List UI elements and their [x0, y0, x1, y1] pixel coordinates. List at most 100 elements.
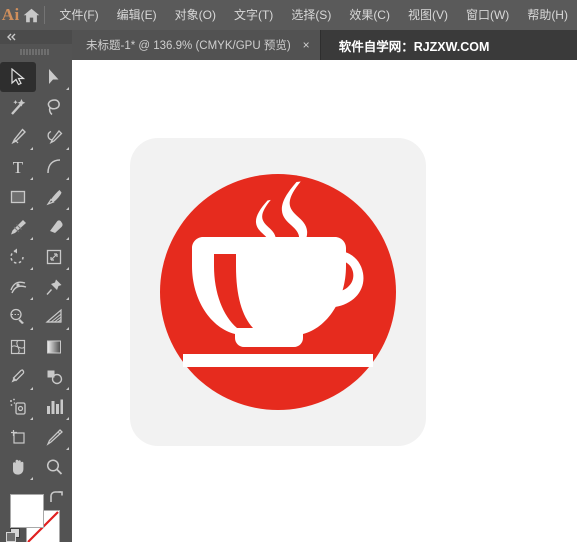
- default-colors-glyph: [6, 528, 20, 542]
- color-controls: [0, 488, 72, 542]
- menu-divider: [43, 6, 45, 24]
- grip-handle-glyph: [20, 49, 49, 55]
- slice-knife-icon: [46, 429, 63, 446]
- blend-tool[interactable]: [36, 362, 72, 392]
- eyedropper-tool[interactable]: [0, 362, 36, 392]
- eraser-tool[interactable]: [36, 212, 72, 242]
- rotate-icon: [9, 248, 24, 264]
- shape-builder-tool[interactable]: [0, 302, 36, 332]
- home-icon-glyph: [23, 8, 40, 22]
- document-tab-title: 未标题-1* @ 136.9% (CMYK/GPU 预览): [86, 40, 291, 52]
- tool-corner-marker: [66, 207, 69, 210]
- document-tab-bar: 未标题-1* @ 136.9% (CMYK/GPU 预览) × 软件自学网：RJ…: [72, 30, 577, 60]
- gradient-icon: [46, 340, 61, 354]
- pencil-icon: [10, 220, 26, 235]
- zoom-tool[interactable]: [36, 452, 72, 482]
- symbol-sprayer-icon: [9, 398, 26, 415]
- rectangle-tool[interactable]: [0, 182, 36, 212]
- lasso-icon: [47, 99, 60, 116]
- tool-corner-marker: [66, 327, 69, 330]
- app-logo: Ai: [1, 5, 20, 24]
- tools-panel: T: [0, 30, 72, 542]
- mesh-icon: [10, 339, 25, 355]
- saucer-bar: [183, 354, 373, 367]
- paintbrush-icon: [46, 190, 62, 206]
- column-graph-tool[interactable]: [36, 392, 72, 422]
- home-icon[interactable]: [21, 0, 41, 30]
- menu-effect[interactable]: 效果(C): [340, 0, 399, 30]
- selection-tool[interactable]: [0, 62, 36, 92]
- mesh-tool[interactable]: [0, 332, 36, 362]
- menu-object[interactable]: 对象(O): [166, 0, 225, 30]
- paintbrush-tool[interactable]: [36, 182, 72, 212]
- tool-corner-marker: [30, 297, 33, 300]
- tool-corner-marker: [66, 297, 69, 300]
- blend-icon: [47, 370, 62, 385]
- tool-corner-marker: [30, 387, 33, 390]
- line-arc-icon: [47, 159, 61, 174]
- tool-corner-marker: [30, 417, 33, 420]
- illustrator-window: Ai 文件(F) 编辑(E) 对象(O) 文字(T) 选择(S) 效果(C) 视…: [0, 0, 577, 542]
- tool-grid: T: [0, 60, 72, 482]
- menu-help[interactable]: 帮助(H): [518, 0, 577, 30]
- menu-view[interactable]: 视图(V): [399, 0, 457, 30]
- shape-builder-icon: [9, 308, 24, 324]
- artboard-icon: [10, 430, 25, 444]
- shaper-tool[interactable]: [0, 212, 36, 242]
- scale-icon: [46, 249, 61, 265]
- document-canvas[interactable]: [72, 60, 577, 542]
- scale-tool[interactable]: [36, 242, 72, 272]
- tool-corner-marker: [30, 267, 33, 270]
- pen-tool[interactable]: [0, 122, 36, 152]
- hand-icon: [12, 459, 23, 475]
- tool-corner-marker: [30, 477, 33, 480]
- line-segment-tool[interactable]: [36, 152, 72, 182]
- menu-edit[interactable]: 编辑(E): [108, 0, 166, 30]
- tool-corner-marker: [30, 207, 33, 210]
- close-icon[interactable]: ×: [291, 30, 320, 60]
- magic-wand-tool[interactable]: [0, 92, 36, 122]
- artboard-tool[interactable]: [0, 422, 36, 452]
- gradient-tool[interactable]: [36, 332, 72, 362]
- rotate-tool[interactable]: [0, 242, 36, 272]
- tool-corner-marker: [30, 147, 33, 150]
- perspective-grid-tool[interactable]: [36, 302, 72, 332]
- menu-bar: Ai 文件(F) 编辑(E) 对象(O) 文字(T) 选择(S) 效果(C) 视…: [0, 0, 577, 30]
- menu-type[interactable]: 文字(T): [225, 0, 282, 30]
- default-fill-stroke-icon[interactable]: [6, 528, 21, 542]
- swap-fill-stroke-icon[interactable]: [49, 491, 64, 509]
- lasso-tool[interactable]: [36, 92, 72, 122]
- curvature-tool[interactable]: [36, 122, 72, 152]
- rectangle-icon: [10, 190, 26, 204]
- slice-tool[interactable]: [36, 422, 72, 452]
- free-transform-tool[interactable]: [36, 272, 72, 302]
- arrow-cursor-icon: [11, 68, 26, 86]
- hand-tool[interactable]: [0, 452, 36, 482]
- tool-corner-marker: [30, 177, 33, 180]
- pen-icon: [11, 128, 26, 145]
- eraser-icon: [49, 220, 63, 233]
- tool-corner-marker: [66, 177, 69, 180]
- magnifier-icon: [46, 459, 62, 475]
- symbol-sprayer-tool[interactable]: [0, 392, 36, 422]
- width-tool[interactable]: [0, 272, 36, 302]
- width-warp-icon: [9, 281, 26, 294]
- artboard[interactable]: [130, 138, 426, 446]
- direct-selection-tool[interactable]: [36, 62, 72, 92]
- white-arrow-cursor-icon: [49, 69, 59, 84]
- type-tool[interactable]: T: [0, 152, 36, 182]
- grip-handle-icon[interactable]: [0, 44, 72, 60]
- document-tab[interactable]: 未标题-1* @ 136.9% (CMYK/GPU 预览) ×: [72, 30, 321, 60]
- tool-corner-marker: [66, 147, 69, 150]
- menu-file[interactable]: 文件(F): [50, 0, 107, 30]
- type-t-icon: T: [13, 158, 24, 176]
- fill-swatch[interactable]: [10, 494, 44, 528]
- tool-corner-marker: [30, 237, 33, 240]
- pushpin-icon: [45, 279, 61, 295]
- menu-select[interactable]: 选择(S): [282, 0, 340, 30]
- menu-window[interactable]: 窗口(W): [457, 0, 518, 30]
- perspective-grid-icon: [44, 308, 62, 323]
- eyedropper-icon: [11, 369, 24, 383]
- double-chevron-left-icon[interactable]: [0, 30, 72, 44]
- watermark-text: 软件自学网：RJZXW.COM: [338, 39, 490, 54]
